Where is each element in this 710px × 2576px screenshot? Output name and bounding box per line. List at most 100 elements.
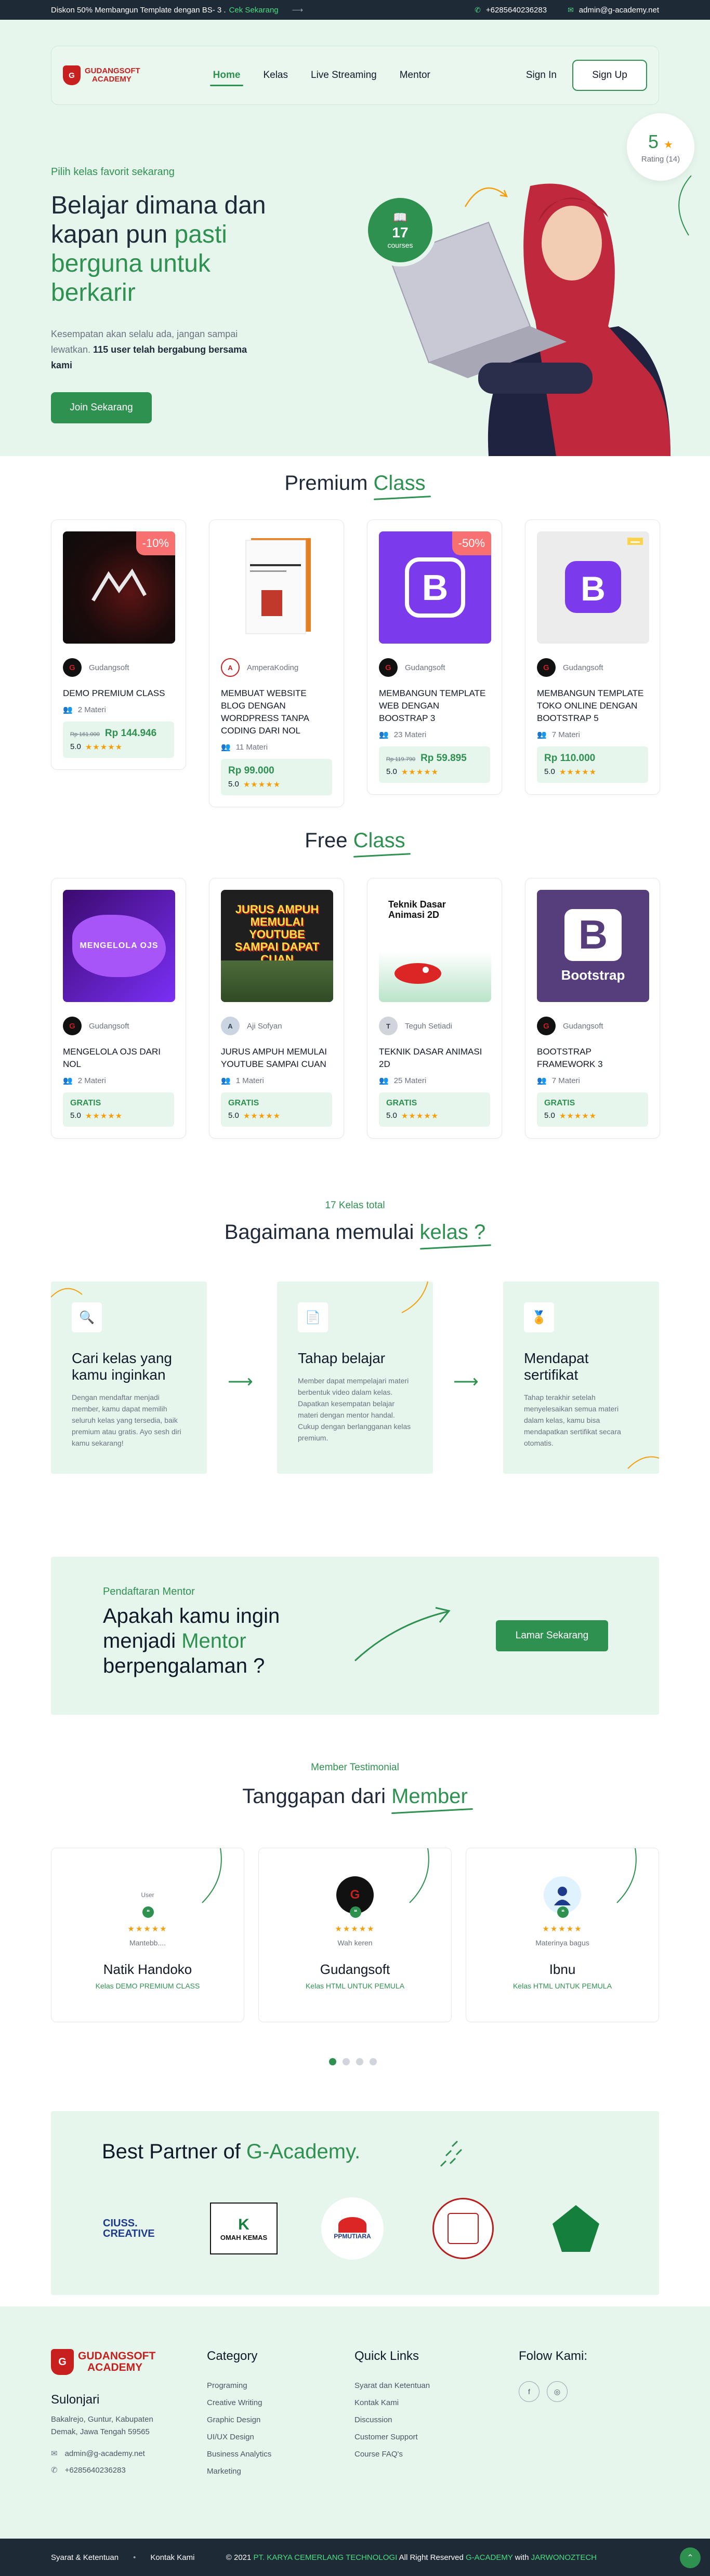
footer-logo[interactable]: G GUDANGSOFT ACADEMY <box>51 2349 170 2375</box>
decorative-curve-icon <box>51 1288 83 1298</box>
step-card-certificate: 🏅 Mendapat sertifikat Tahap terakhir set… <box>503 1282 659 1474</box>
course-title[interactable]: MEMBANGUN TEMPLATE TOKO ONLINE DENGAN BO… <box>537 687 648 725</box>
bootstrap-logo-icon: B <box>405 557 465 618</box>
course-thumbnail <box>221 531 333 644</box>
testimonial-label: Member Testimonial <box>311 1762 399 1773</box>
course-author: G Gudangsoft <box>63 658 174 677</box>
bootstrap-logo-icon: B <box>564 909 622 961</box>
partner-logo-4 <box>432 2197 494 2260</box>
contact-phone[interactable]: ✆ +6285640236283 <box>475 6 547 15</box>
footer-link[interactable]: Discussion <box>354 2415 430 2424</box>
course-title[interactable]: MEMBANGUN TEMPLATE WEB DENGAN BOOSTRAP 3 <box>379 687 490 725</box>
course-title[interactable]: MEMBUAT WEBSITE BLOG DENGAN WORDPRESS TA… <box>221 687 332 737</box>
carousel-dot[interactable] <box>329 2058 336 2065</box>
testimonial-card: ❝ ★★★★★ Materinya bagus Ibnu Kelas HTML … <box>466 1848 659 2022</box>
carousel-dot[interactable] <box>370 2058 377 2065</box>
footer-link[interactable]: Kontak Kami <box>354 2398 430 2407</box>
facebook-icon[interactable]: f <box>519 2381 540 2402</box>
premium-section-title: Premium Class <box>284 472 426 495</box>
book-cover-image <box>245 538 311 634</box>
footer-email[interactable]: ✉ admin@g-academy.net <box>51 2449 170 2459</box>
footer-link[interactable]: Course FAQ's <box>354 2450 430 2459</box>
promo-text: Diskon 50% Membangun Template dengan BS-… <box>51 5 226 15</box>
footer-phone[interactable]: ✆ +6285640236283 <box>51 2465 170 2475</box>
partners-section: Best Partner of G-Academy. CIUSS. CREATI… <box>51 2111 659 2295</box>
rating-stars-icon: ★★★★★ <box>85 1112 123 1120</box>
price-box: Rp 161.000 Rp 144.946 5.0 ★★★★★ <box>63 722 174 758</box>
author-avatar: G <box>537 1017 556 1035</box>
old-price: Rp 119.790 <box>386 756 416 763</box>
course-materi: 👥 23 Materi <box>379 730 427 740</box>
footer-link[interactable]: Syarat dan Ketentuan <box>354 2381 430 2390</box>
price: GRATIS <box>228 1099 259 1107</box>
course-card[interactable]: MENGELOLA OJS G Gudangsoft MENGELOLA OJS … <box>51 878 186 1139</box>
carousel-dot[interactable] <box>343 2058 350 2065</box>
contact-link[interactable]: Kontak Kami <box>150 2553 194 2562</box>
partners-title: Best Partner of G-Academy. <box>102 2140 361 2163</box>
footer-link[interactable]: Programing <box>207 2381 271 2390</box>
quote-icon: ❝ <box>557 1906 569 1918</box>
decorative-curve-icon <box>401 1282 428 1313</box>
course-card[interactable]: -10% G Gudangsoft DEMO PREMIUM CLASS 👥 2 M… <box>51 519 186 770</box>
scroll-to-top-button[interactable]: ⌃ <box>680 2547 701 2568</box>
decorative-arrow-icon <box>354 1607 451 1662</box>
course-card[interactable]: JURUS AMPUH MEMULAI YOUTUBE SAMPAI DAPAT… <box>209 878 344 1139</box>
site-logo[interactable]: G GUDANGSOFT ACADEMY <box>63 65 140 85</box>
join-now-button[interactable]: Join Sekarang <box>51 392 152 423</box>
course-materi: 👥 7 Materi <box>537 730 580 740</box>
rating-stars-icon: ★★★★★ <box>559 768 597 777</box>
discount-badge: -50% <box>452 531 491 555</box>
apply-now-button[interactable]: Lamar Sekarang <box>496 1620 608 1651</box>
course-card[interactable]: A AmperaKoding MEMBUAT WEBSITE BLOG DENGA… <box>209 519 344 807</box>
rating-stars-icon: ★★★★★ <box>401 768 439 777</box>
decorative-curve-icon <box>627 1456 659 1469</box>
author-avatar: G <box>537 658 556 677</box>
course-title[interactable]: DEMO PREMIUM CLASS <box>63 687 174 700</box>
footer-link[interactable]: Creative Writing <box>207 2398 271 2407</box>
nav-mentor[interactable]: Mentor <box>400 70 430 81</box>
course-thumbnail: -10% <box>63 531 175 644</box>
phone-icon: ✆ <box>475 5 481 14</box>
course-thumbnail: JURUS AMPUH MEMULAI YOUTUBE SAMPAI DAPAT… <box>221 890 333 1002</box>
course-title[interactable]: JURUS AMPUH MEMULAI YOUTUBE SAMPAI CUAN <box>221 1046 332 1071</box>
terms-link[interactable]: Syarat & Ketentuan <box>51 2553 119 2562</box>
course-card[interactable]: B -50% G Gudangsoft MEMBANGUN TEMPLATE WE… <box>367 519 502 795</box>
footer-link[interactable]: Business Analytics <box>207 2450 271 2459</box>
instagram-icon[interactable]: ◎ <box>547 2381 568 2402</box>
decorative-curve-icon <box>616 1848 637 1903</box>
star-icon: ★ <box>664 139 673 151</box>
step-card-search: 🔍 Cari kelas yang kamu inginkan Dengan m… <box>51 1282 207 1474</box>
footer-link[interactable]: Customer Support <box>354 2433 430 2441</box>
course-title[interactable]: TEKNIK DASAR ANIMASI 2D <box>379 1046 490 1071</box>
course-card[interactable]: B ▬▬ G Gudangsoft MEMBANGUN TEMPLATE TOKO… <box>525 519 660 795</box>
promo-banner: Diskon 50% Membangun Template dengan BS-… <box>51 5 303 15</box>
how-section-title: Bagaimana memulai kelas ? <box>224 1221 486 1244</box>
promo-link[interactable]: Cek Sekarang <box>229 6 279 15</box>
course-title[interactable]: MENGELOLA OJS DARI NOL <box>63 1046 174 1071</box>
footer-link[interactable]: UI/UX Design <box>207 2433 271 2441</box>
course-materi: 👥 2 Materi <box>63 705 106 715</box>
animation-character-image <box>395 963 441 984</box>
nav-kelas[interactable]: Kelas <box>263 70 288 81</box>
thumbnail-text: JURUS AMPUH MEMULAI YOUTUBE SAMPAI DAPAT… <box>234 903 320 966</box>
footer-link[interactable]: Marketing <box>207 2467 271 2476</box>
quote-icon: ❝ <box>350 1906 361 1918</box>
course-card[interactable]: Teknik Dasar Animasi 2D T Teguh Setiadi T… <box>367 878 502 1139</box>
sign-in-link[interactable]: Sign In <box>526 70 557 81</box>
course-author: G Gudangsoft <box>379 658 490 677</box>
carousel-dot[interactable] <box>356 2058 363 2065</box>
course-materi: 👥 7 Materi <box>537 1076 580 1086</box>
nav-live-streaming[interactable]: Live Streaming <box>311 70 377 81</box>
price-box: GRATIS 5.0 ★★★★★ <box>537 1092 648 1127</box>
sign-up-button[interactable]: Sign Up <box>572 60 647 91</box>
course-card[interactable]: B Bootstrap G Gudangsoft BOOTSTRAP FRAMEW… <box>525 878 660 1139</box>
contact-email[interactable]: ✉ admin@g-academy.net <box>568 6 659 15</box>
nav-home[interactable]: Home <box>209 70 244 86</box>
carousel-dots <box>329 2058 377 2065</box>
discount-badge: -10% <box>136 531 175 555</box>
footer-link[interactable]: Graphic Design <box>207 2415 271 2424</box>
people-icon: 👥 <box>63 1076 73 1085</box>
main-navbar: G GUDANGSOFT ACADEMY Home Kelas Live Stre… <box>51 46 659 105</box>
rating-stars-icon: ★★★★★ <box>85 743 123 752</box>
course-title[interactable]: BOOTSTRAP FRAMEWORK 3 <box>537 1046 648 1071</box>
